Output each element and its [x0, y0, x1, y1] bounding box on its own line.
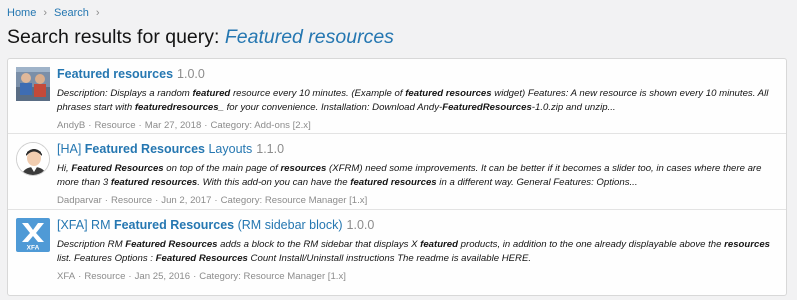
snippet-text: Description RM — [57, 239, 126, 250]
snippet-highlight: featured resources — [405, 88, 492, 99]
result-date: Jan 25, 2016 — [134, 271, 191, 282]
result-version: 1.0.0 — [346, 218, 375, 232]
result-meta: Dadparvar · Resource · Jun 2, 2017 · Category:… — [57, 195, 368, 206]
result-title-prefix: [XFA] RM — [57, 218, 114, 232]
result-category-link[interactable]: Category: Resource Manager [1.x] — [199, 271, 346, 282]
result-author-link[interactable]: Dadparvar — [57, 195, 102, 206]
result-date: Jun 2, 2017 — [161, 195, 212, 206]
search-result-item: [HA] Featured Resources Layouts 1.1.0 Hi,… — [8, 133, 786, 209]
page: Home › Search › Search results for query… — [0, 0, 797, 300]
snippet-text: Description: Displays a random — [57, 88, 193, 99]
snippet-highlight: featuredresources — [134, 102, 219, 113]
result-type: Resource — [84, 271, 126, 282]
snippet-text: adds a block to the RM sidebar that disp… — [217, 239, 421, 250]
snippet-text: products, in addition to the one already… — [458, 239, 725, 250]
result-title: [XFA] RM Featured Resources (RM sidebar … — [57, 217, 776, 233]
breadcrumb-search-link[interactable]: Search — [54, 7, 89, 19]
result-title-link[interactable]: [HA] Featured Resources Layouts — [57, 142, 252, 156]
result-title-strong: Featured Resources — [113, 218, 235, 232]
result-author-link[interactable]: AndyB — [57, 120, 85, 131]
snippet-highlight: featured resources — [110, 177, 198, 188]
user-portrait-avatar[interactable] — [16, 142, 50, 176]
snippet-text: in a different way. General Features: Op… — [436, 177, 638, 188]
snippet-highlight: resources — [280, 163, 327, 174]
xfa-logo-text: XFA — [27, 245, 40, 252]
search-result-item: XFA [XFA] RM Featured Resources (RM side… — [8, 209, 786, 297]
result-version: 1.1.0 — [256, 142, 285, 156]
result-title: Featured resources 1.0.0 — [57, 66, 776, 82]
result-snippet: Description: Displays a random featured … — [57, 87, 776, 115]
search-result-content: [XFA] RM Featured Resources (RM sidebar … — [57, 217, 776, 282]
snippet-text: list. Features Options : — [57, 253, 156, 264]
snippet-text: resource every 10 minutes. (Example of — [230, 88, 406, 99]
breadcrumb-separator: › — [95, 7, 100, 19]
result-version: 1.0.0 — [177, 67, 205, 81]
snippet-highlight: featured — [420, 239, 458, 250]
snippet-highlight: Featured Resources — [125, 239, 218, 250]
snippet-highlight: Featured Resources — [71, 163, 164, 174]
snippet-text: Count Install/Uninstall instructions The… — [247, 253, 532, 264]
search-result-content: [HA] Featured Resources Layouts 1.1.0 Hi,… — [57, 141, 776, 206]
page-title: Search results for query: Featured resou… — [7, 26, 394, 49]
result-title-prefix: [HA] — [57, 142, 85, 156]
search-results-list: Featured resources 1.0.0 Description: Dis… — [7, 58, 787, 296]
snippet-text: Hi, — [57, 163, 72, 174]
snippet-highlight: Featured Resources — [155, 253, 248, 264]
xfa-logo-icon[interactable]: XFA — [16, 218, 50, 252]
page-title-prefix: Search results for query: — [7, 26, 225, 48]
snippet-highlight: resources — [724, 239, 771, 250]
result-type: Resource — [94, 120, 136, 131]
result-title-link[interactable]: Featured resources — [57, 67, 173, 81]
result-title-suffix: (RM sidebar block) — [234, 218, 343, 232]
breadcrumb-home-link[interactable]: Home — [7, 7, 36, 19]
result-type: Resource — [111, 195, 153, 206]
page-title-query: Featured resources — [224, 26, 394, 48]
snippet-highlight: featured resources — [350, 177, 437, 188]
result-title-link[interactable]: [XFA] RM Featured Resources (RM sidebar … — [57, 218, 343, 232]
snippet-text: . With this add-on you can have the — [197, 177, 351, 188]
result-title-suffix: Layouts — [204, 142, 253, 156]
result-meta: XFA · Resource · Jan 25, 2016 · Category: Reso… — [57, 271, 346, 282]
result-snippet: Description RM Featured Resources adds a… — [57, 238, 776, 266]
result-author-link[interactable]: XFA — [57, 271, 75, 282]
result-date: Mar 27, 2018 — [144, 120, 202, 131]
result-category-link[interactable]: Category: Resource Manager [1.x] — [221, 195, 368, 206]
result-meta: AndyB · Resource · Mar 27, 2018 · Category: Ad… — [57, 120, 311, 131]
snippet-highlight: featured — [192, 88, 231, 99]
snippet-text: -1.0.zip and unzip... — [531, 102, 616, 113]
search-result-item: Featured resources 1.0.0 Description: Dis… — [8, 59, 786, 133]
breadcrumb: Home › Search › — [7, 7, 107, 19]
result-title-strong: Featured Resources — [84, 142, 205, 156]
snippet-text: on top of the main page of — [163, 163, 281, 174]
result-category-link[interactable]: Category: Add-ons [2.x] — [211, 120, 311, 131]
search-result-content: Featured resources 1.0.0 Description: Dis… — [57, 66, 776, 131]
user-photo-avatar[interactable] — [16, 67, 50, 101]
result-snippet: Hi, Featured Resources on top of the mai… — [57, 162, 776, 190]
result-title: [HA] Featured Resources Layouts 1.1.0 — [57, 141, 776, 157]
snippet-highlight: FeaturedResources — [442, 102, 532, 113]
breadcrumb-separator: › — [43, 7, 48, 19]
snippet-text: _ for your convenience. Installation: Do… — [218, 102, 443, 113]
